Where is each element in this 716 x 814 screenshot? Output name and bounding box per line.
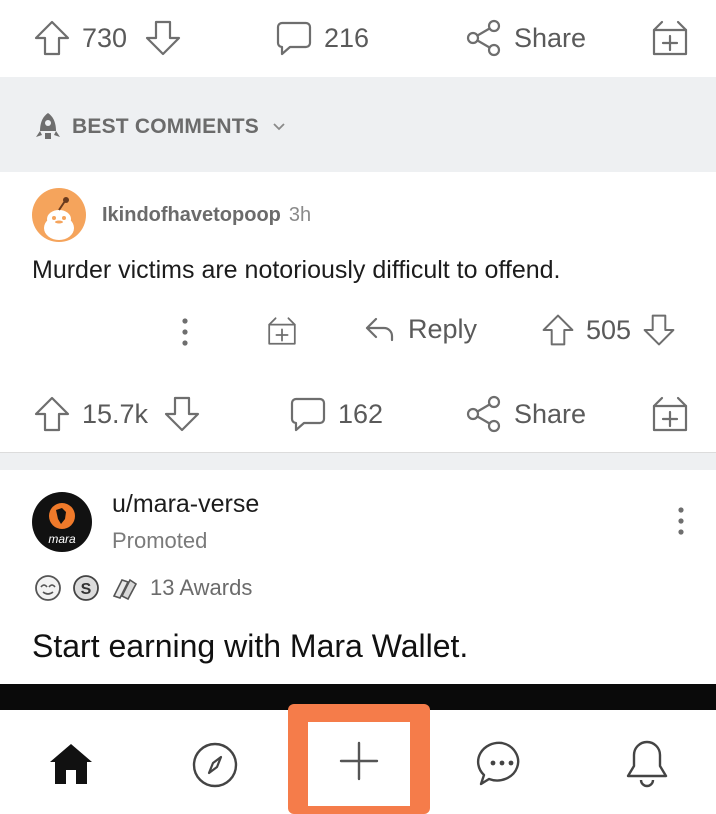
upvote-icon[interactable] [540,312,576,348]
gift-icon[interactable] [266,315,298,347]
more-options-icon[interactable] [676,506,686,536]
comment-actions: Reply 505 [0,312,716,352]
comment-username[interactable]: Ikindofhavetopoop [102,204,281,227]
downvote-icon[interactable] [641,312,677,348]
upvote-count: 730 [82,22,128,53]
award-hands-icon [108,572,140,604]
upvote-count: 15.7k [82,398,149,429]
comment-vote-count: 505 [586,314,632,345]
comment-age: 3h [288,204,312,226]
rocket-icon [32,111,64,143]
post-divider [0,452,716,471]
comment-sort-bar: BEST COMMENTS [0,77,716,172]
downvote-icon[interactable] [162,394,202,434]
sort-dropdown[interactable]: BEST COMMENTS [32,111,287,143]
gift-icon [650,394,690,434]
upvote-icon[interactable] [32,394,72,434]
share-label: Share [514,398,587,429]
bell-icon[interactable] [622,736,672,790]
comment-bubble-icon [274,18,314,58]
sort-label: BEST COMMENTS [72,115,259,138]
comments-button[interactable]: 216 [274,18,369,58]
create-post-button[interactable] [288,704,430,814]
post-action-bar: 730 216 Share [0,0,716,76]
post2-action-bar: 15.7k 162 Share [0,374,716,450]
awards-row[interactable]: S 13 Awards [32,572,252,604]
award-button[interactable] [650,18,690,58]
comment-bubble-icon [288,394,328,434]
downvote-icon[interactable] [143,18,183,58]
comment: Ikindofhavetopoop 3h Murder victims are … [0,172,716,372]
promoted-title[interactable]: Start earning with Mara Wallet. [32,628,468,665]
reply-arrow-icon [362,312,396,346]
share-icon [464,18,504,58]
avatar[interactable] [32,188,86,242]
bottom-nav [0,704,716,814]
advertiser-logo[interactable]: mara [32,492,92,552]
awards-count: 13 Awards [150,575,253,600]
home-icon[interactable] [46,740,96,788]
advertiser-name[interactable]: u/mara-verse [112,490,259,519]
promoted-post[interactable]: mara u/mara-verse Promoted S 13 Awards S… [0,470,716,684]
comments-button[interactable]: 162 [288,394,383,434]
chevron-down-icon [271,119,287,135]
share-button[interactable]: Share [464,394,586,434]
plus-icon [338,740,380,782]
comment-count: 216 [324,22,370,53]
chat-icon[interactable] [476,738,528,790]
award-face-icon [32,572,64,604]
promoted-label: Promoted [112,528,208,553]
comment-body: Murder victims are notoriously difficult… [32,256,561,284]
share-button[interactable]: Share [464,18,586,58]
gift-icon [650,18,690,58]
upvote-icon[interactable] [32,18,72,58]
share-label: Share [514,22,587,53]
award-button[interactable] [650,394,690,434]
logo-text: mara [48,532,76,546]
share-icon [464,394,504,434]
comment-count: 162 [338,398,384,429]
reply-button[interactable]: Reply [362,312,477,346]
more-options-icon[interactable] [170,314,200,350]
award-coin-icon: S [70,572,102,604]
compass-icon[interactable] [190,740,240,790]
reply-label: Reply [408,313,478,344]
svg-text:S: S [81,581,92,598]
